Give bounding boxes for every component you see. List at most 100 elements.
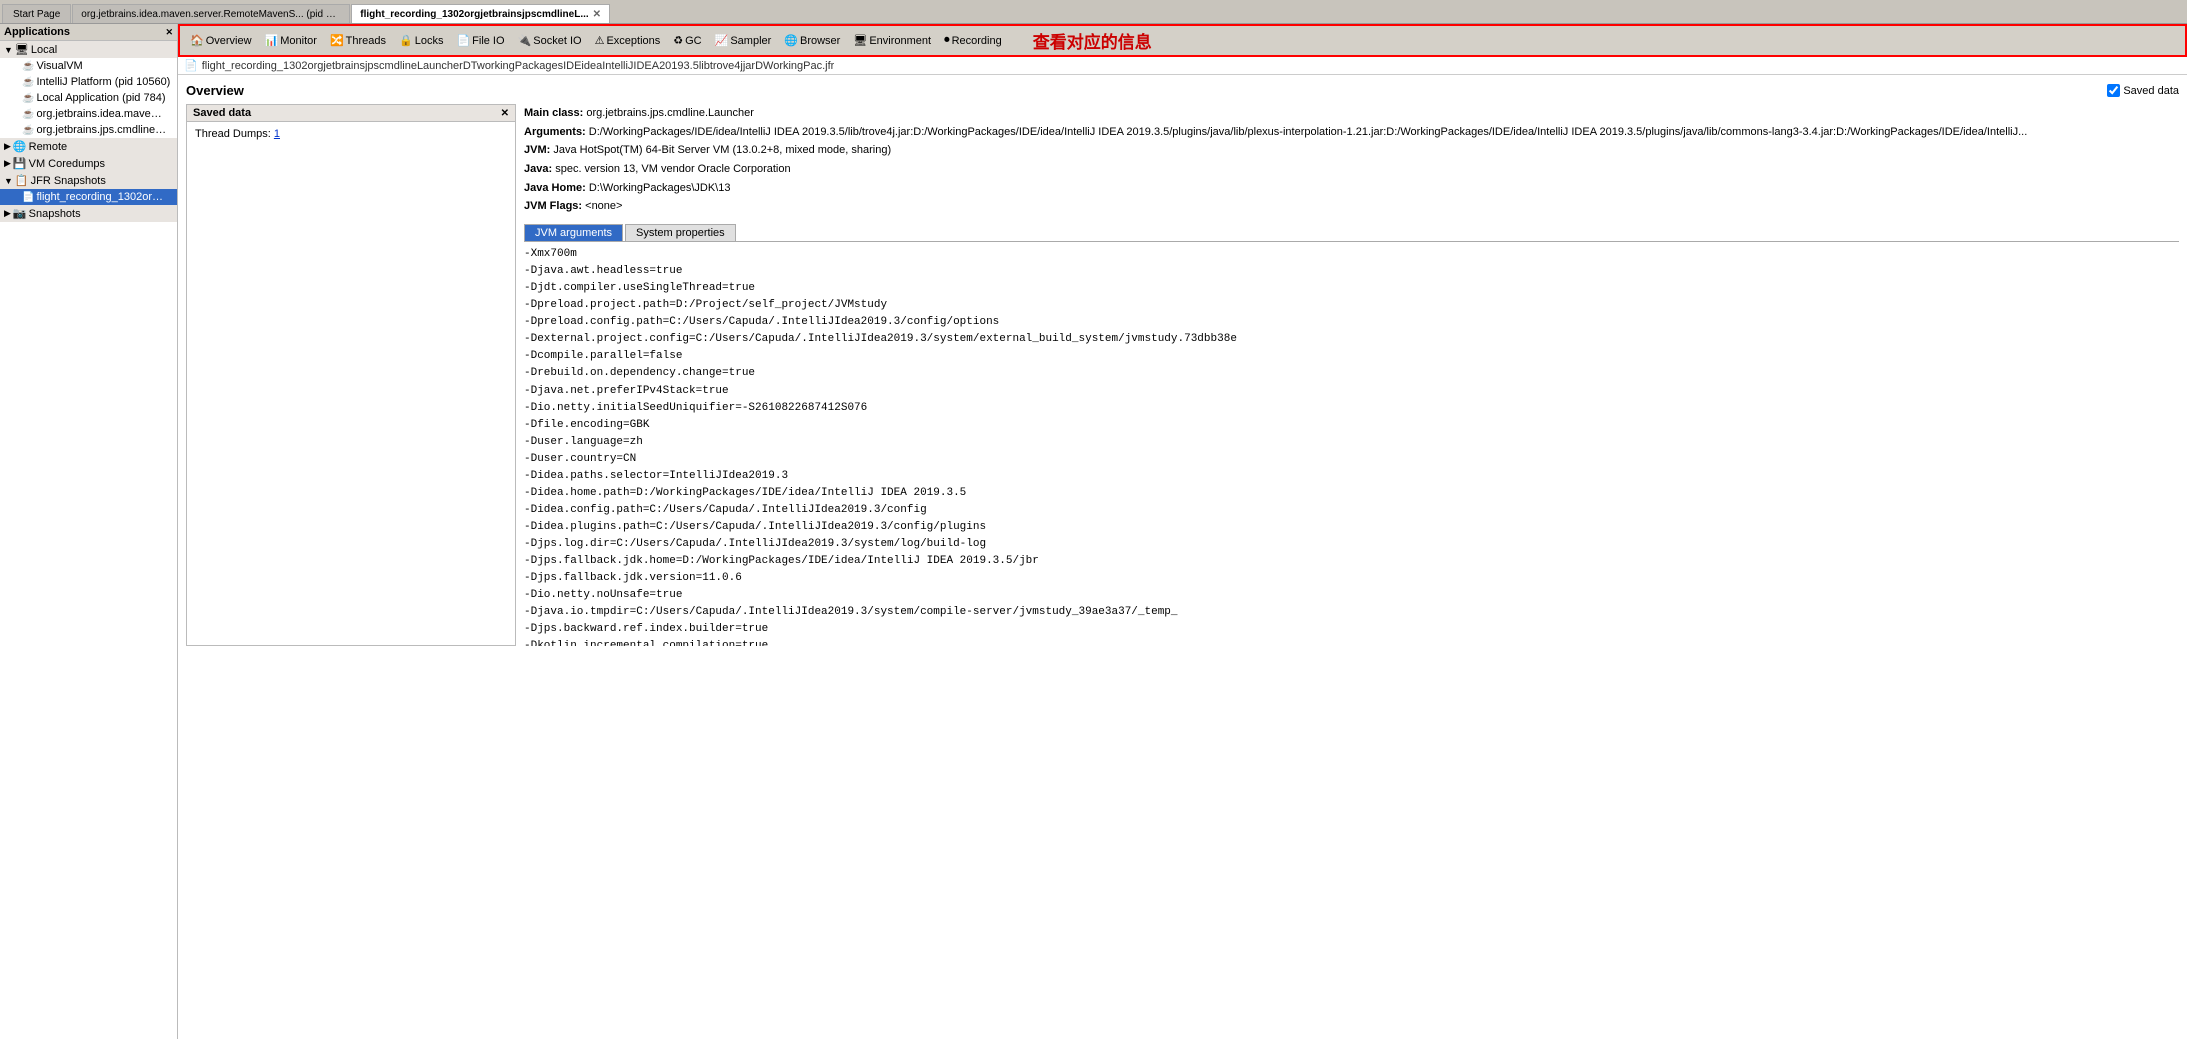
overview-section-title: Overview <box>186 83 244 98</box>
threads-icon: 🔀 <box>330 34 344 47</box>
arguments-row: Arguments: D:/WorkingPackages/IDE/idea/I… <box>524 123 2179 142</box>
app-window: Start Page org.jetbrains.idea.maven.serv… <box>0 0 2187 1039</box>
jvm-arg-jps-log: -Djps.log.dir=C:/Users/Capuda/.IntelliJI… <box>524 536 2179 553</box>
jvm-flags-value: <none> <box>585 200 622 212</box>
main-class-label: Main class: <box>524 107 583 119</box>
sysprops-tab[interactable]: System properties <box>625 224 736 241</box>
jvm-arg-xmx: -Xmx700m <box>524 246 2179 263</box>
jvm-arg-jps-backward: -Djps.backward.ref.index.builder=true <box>524 621 2179 638</box>
environment-label: Environment <box>869 35 931 47</box>
socketio-button[interactable]: 🔌 Socket IO <box>512 30 588 52</box>
sidebar-section-jfr[interactable]: ▼ 📋 JFR Snapshots <box>0 172 177 189</box>
tab-monitor[interactable]: org.jetbrains.idea.maven.server.RemoteMa… <box>72 4 350 23</box>
content-body: Overview Saved data Saved data ✕ <box>178 75 2187 1039</box>
java-spec-label: Java: <box>524 163 552 175</box>
recording-icon: ⏺ <box>944 34 950 47</box>
maven-icon: ☕ <box>22 109 34 120</box>
sidebar-section-local[interactable]: ▼ 🖥 Local <box>0 41 177 58</box>
jvm-arg-idea-plugins: -Didea.plugins.path=C:/Users/Capuda/.Int… <box>524 519 2179 536</box>
sampler-label: Sampler <box>730 35 771 47</box>
flightfile-icon: 📄 <box>22 192 34 203</box>
snapshots-icon: 📷 <box>13 207 27 220</box>
jvm-flags-label: JVM Flags: <box>524 200 582 212</box>
sidebar-section-vmcoredumps[interactable]: ▶ 💾 VM Coredumps <box>0 155 177 172</box>
saved-data-checkbox-wrapper[interactable]: Saved data <box>2107 84 2179 97</box>
vmcoredumps-icon: 💾 <box>13 157 27 170</box>
sysprops-tab-label: System properties <box>636 227 725 239</box>
threads-button[interactable]: 🔀 Threads <box>324 30 392 52</box>
info-block: Main class: org.jetbrains.jps.cmdline.La… <box>524 104 2179 216</box>
monitor-label: Monitor <box>280 35 317 47</box>
jvm-args-content: -Xmx700m -Djava.awt.headless=true -Djdt.… <box>524 246 2179 646</box>
saved-data-panel-header: Saved data ✕ <box>187 105 515 122</box>
sidebar-section-remote[interactable]: ▶ 🌐 Remote <box>0 138 177 155</box>
fileio-label: File IO <box>472 35 504 47</box>
jvm-arg-jps-fallback-home: -Djps.fallback.jdk.home=D:/WorkingPackag… <box>524 553 2179 570</box>
sidebar-section-snapshots[interactable]: ▶ 📷 Snapshots <box>0 205 177 222</box>
sidebar-item-intellij[interactable]: ☕ IntelliJ Platform (pid 10560) <box>0 74 177 90</box>
jfr-expand-icon: ▼ <box>4 176 13 186</box>
jvm-arg-language: -Duser.language=zh <box>524 434 2179 451</box>
filepath-bar: 📄 flight_recording_1302orgjetbrainsjpscm… <box>178 57 2187 75</box>
saved-data-checkbox[interactable] <box>2107 84 2120 97</box>
remote-icon: 🌐 <box>13 140 27 153</box>
window-tab-bar: Start Page org.jetbrains.idea.maven.serv… <box>0 0 2187 24</box>
sampler-icon: 📈 <box>715 34 729 47</box>
java-spec-value: spec. version 13, VM vendor Oracle Corpo… <box>555 163 790 175</box>
main-class-value: org.jetbrains.jps.cmdline.Launcher <box>586 107 754 119</box>
jvmargs-tab[interactable]: JVM arguments <box>524 224 623 241</box>
visualvm-icon: ☕ <box>22 61 34 72</box>
sidebar-item-launcher[interactable]: ☕ org.jetbrains.jps.cmdline.Launcher (pi… <box>0 122 177 138</box>
recording-button[interactable]: ⏺ Recording <box>938 30 1008 52</box>
sidebar-header: Applications ✕ <box>0 24 177 41</box>
java-spec-row: Java: spec. version 13, VM vendor Oracle… <box>524 160 2179 179</box>
threads-label: Threads <box>346 35 386 47</box>
exceptions-button[interactable]: ⚠ Exceptions <box>589 30 667 52</box>
browser-button[interactable]: 🌐 Browser <box>778 30 846 52</box>
monitor-toolbar-icon: 📊 <box>265 34 279 47</box>
overview-label: Overview <box>206 35 252 47</box>
localapp-icon: ☕ <box>22 93 34 104</box>
jvm-arg-idea-config: -Didea.config.path=C:/Users/Capuda/.Inte… <box>524 502 2179 519</box>
local-expand-icon: ▼ <box>4 45 13 55</box>
tab-close-icon[interactable]: ✕ <box>593 9 601 20</box>
thread-dumps-link[interactable]: 1 <box>274 128 280 140</box>
recording-label: Recording <box>952 35 1002 47</box>
sidebar-item-visualvm[interactable]: ☕ VisualVM <box>0 58 177 74</box>
locks-button[interactable]: 🔒 Locks <box>393 30 449 52</box>
fileio-button[interactable]: 📄 File IO <box>450 30 510 52</box>
gc-icon: ♻ <box>673 34 683 47</box>
jvm-arg-rebuild: -Drebuild.on.dependency.change=true <box>524 365 2179 382</box>
jvm-arg-preload-config: -Dpreload.config.path=C:/Users/Capuda/.I… <box>524 314 2179 331</box>
overview-header-row: Overview Saved data <box>186 83 2179 98</box>
sampler-button[interactable]: 📈 Sampler <box>709 30 778 52</box>
saved-data-close-icon[interactable]: ✕ <box>501 108 509 119</box>
jvm-arg-idea-home: -Didea.home.path=D:/WorkingPackages/IDE/… <box>524 485 2179 502</box>
browser-icon: 🌐 <box>784 34 798 47</box>
jvmargs-tab-label: JVM arguments <box>535 227 612 239</box>
jvm-arg-compile-parallel: -Dcompile.parallel=false <box>524 348 2179 365</box>
saved-data-panel-title: Saved data <box>193 107 251 119</box>
java-home-value: D:\WorkingPackages\JDK\13 <box>589 182 731 194</box>
jvm-arg-external-project: -Dexternal.project.config=C:/Users/Capud… <box>524 331 2179 348</box>
sidebar-close-icon[interactable]: ✕ <box>165 27 173 38</box>
vmcoredumps-expand-icon: ▶ <box>4 158 11 169</box>
java-home-label: Java Home: <box>524 182 586 194</box>
environment-icon: 🖥 <box>853 34 867 47</box>
sidebar-item-maven[interactable]: ☕ org.jetbrains.idea.maven.server.Remote… <box>0 106 177 122</box>
sidebar: Applications ✕ ▼ 🖥 Local ☕ VisualVM ☕ In… <box>0 24 178 1039</box>
arguments-value: D:/WorkingPackages/IDE/idea/IntelliJ IDE… <box>589 126 2027 138</box>
tab-start-page[interactable]: Start Page <box>2 4 71 23</box>
monitor-button[interactable]: 📊 Monitor <box>259 30 323 52</box>
intellij-icon: ☕ <box>22 77 34 88</box>
environment-button[interactable]: 🖥 Environment <box>847 30 937 52</box>
overview-button[interactable]: 🏠 Overview <box>184 30 258 52</box>
jvm-arg-jps-fallback-version: -Djps.fallback.jdk.version=11.0.6 <box>524 570 2179 587</box>
sidebar-item-localapp[interactable]: ☕ Local Application (pid 784) <box>0 90 177 106</box>
tab-flight[interactable]: flight_recording_1302orgjetbrainsjpscmdl… <box>351 4 610 23</box>
jvm-value: Java HotSpot(TM) 64-Bit Server VM (13.0.… <box>553 144 891 156</box>
gc-button[interactable]: ♻ GC <box>667 30 707 52</box>
locks-label: Locks <box>415 35 444 47</box>
main-info-panel: Main class: org.jetbrains.jps.cmdline.La… <box>524 104 2179 646</box>
sidebar-item-flightfile[interactable]: 📄 flight_recording_1302orgjetbrainsjpscm… <box>0 189 177 205</box>
